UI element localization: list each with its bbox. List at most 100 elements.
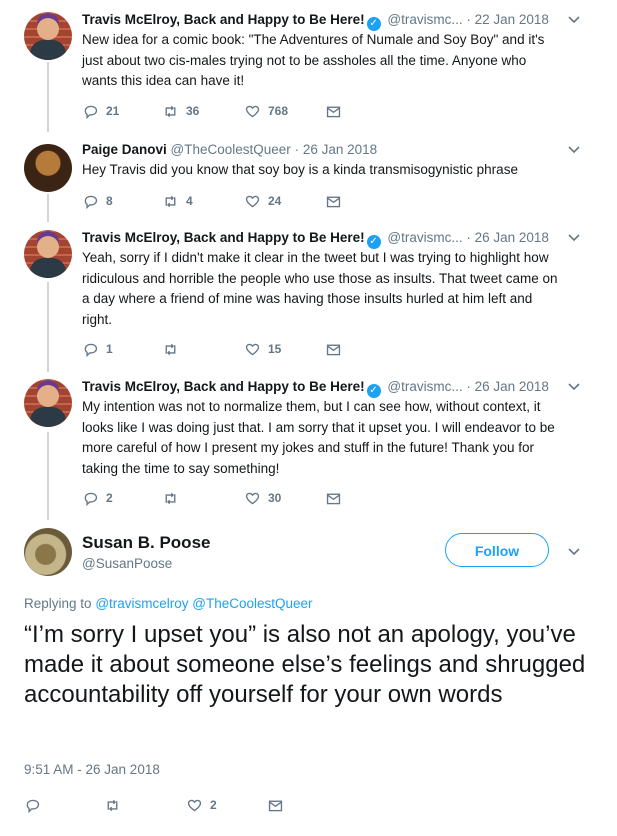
reply-button[interactable] [24, 795, 41, 815]
message-button[interactable] [325, 101, 342, 121]
retweet-icon [165, 492, 176, 504]
tweet[interactable]: Travis McElroy, Back and Happy to Be Her… [0, 228, 617, 368]
tweet-date[interactable]: 22 Jan 2018 [475, 12, 549, 27]
chevron-down-icon[interactable] [567, 12, 581, 26]
author-handle[interactable]: @travismc... [387, 12, 462, 27]
like-icon [245, 492, 260, 504]
chevron-down-icon[interactable] [567, 544, 581, 558]
separator: · [466, 230, 471, 245]
reply-icon [84, 492, 98, 506]
reply-icon [84, 195, 98, 209]
avatar[interactable] [24, 230, 72, 278]
like-count: 768 [268, 104, 289, 118]
chevron-down-icon[interactable] [567, 230, 581, 244]
retweet-icon [165, 195, 176, 207]
reply-icon [26, 799, 40, 813]
message-icon [326, 344, 341, 355]
reply-count: 21 [106, 104, 120, 118]
avatar[interactable] [24, 144, 72, 192]
retweet-button[interactable]: 36 [162, 101, 199, 121]
reply-count: 2 [106, 491, 113, 505]
like-count: 15 [268, 342, 282, 356]
tweet[interactable]: Paige Danovi @TheCoolestQueer · 26 Jan 2… [0, 140, 617, 220]
author-handle[interactable]: @travismc... [387, 230, 462, 245]
chevron-down-icon[interactable] [567, 142, 581, 156]
author-name[interactable]: Paige Danovi [82, 142, 167, 157]
chevron-down-icon[interactable] [567, 379, 581, 393]
reply-icon [84, 343, 98, 357]
tweet-text: New idea for a comic book: "The Adventur… [82, 32, 545, 88]
like-count: 24 [268, 194, 282, 208]
like-count: 30 [268, 491, 282, 505]
replying-to: Replying to @travismcelroy @TheCoolestQu… [24, 596, 313, 611]
message-button[interactable] [267, 795, 284, 815]
avatar[interactable] [24, 528, 72, 576]
verified-icon: ✓ [366, 235, 381, 249]
tweet-timestamp[interactable]: 9:51 AM - 26 Jan 2018 [24, 762, 160, 777]
tweet-header: Travis McElroy, Back and Happy to Be Her… [82, 10, 569, 31]
tweet-text: Yeah, sorry if I didn't make it clear in… [82, 250, 558, 327]
main-tweet-text: “I’m sorry I upset you” is also not an a… [24, 621, 586, 708]
reply-count: 1 [106, 342, 113, 356]
like-button[interactable]: 768 [244, 101, 288, 121]
avatar[interactable] [24, 379, 72, 427]
like-icon [245, 195, 260, 207]
reply-button[interactable]: 1 [82, 339, 113, 359]
author-name[interactable]: Travis McElroy, Back and Happy to Be Her… [82, 379, 365, 394]
message-icon [268, 800, 283, 811]
verified-icon: ✓ [366, 17, 381, 31]
retweet-icon [165, 343, 176, 355]
reply-button[interactable]: 21 [82, 101, 119, 121]
message-button[interactable] [325, 191, 342, 211]
author-name[interactable]: Susan B. Poose [82, 533, 210, 553]
separator: · [466, 379, 471, 394]
mention-link[interactable]: @travismcelroy [95, 596, 188, 611]
author-handle[interactable]: @SusanPoose [82, 556, 172, 571]
reply-icon [84, 105, 98, 119]
retweet-button[interactable] [104, 795, 121, 815]
tweet-date[interactable]: 26 Jan 2018 [475, 379, 549, 394]
message-icon [326, 493, 341, 504]
verified-icon: ✓ [366, 384, 381, 398]
like-icon [245, 105, 260, 117]
tweet[interactable]: Travis McElroy, Back and Happy to Be Her… [0, 377, 617, 517]
message-button[interactable] [325, 339, 342, 359]
reply-button[interactable]: 8 [82, 191, 113, 211]
separator: · [294, 142, 300, 157]
author-handle[interactable]: @TheCoolestQueer [171, 142, 291, 157]
separator: · [466, 12, 471, 27]
message-icon [326, 196, 341, 207]
reply-button[interactable]: 2 [82, 488, 113, 508]
tweet-header: Travis McElroy, Back and Happy to Be Her… [82, 377, 569, 398]
tweet-text: Hey Travis did you know that soy boy is … [82, 162, 518, 177]
like-button[interactable]: 15 [244, 339, 281, 359]
author-handle[interactable]: @travismc... [387, 379, 462, 394]
tweet-header: Travis McElroy, Back and Happy to Be Her… [82, 228, 569, 249]
retweet-icon [107, 799, 118, 811]
retweet-button[interactable] [162, 339, 186, 359]
message-icon [326, 106, 341, 117]
retweet-count: 4 [186, 194, 193, 208]
author-name[interactable]: Travis McElroy, Back and Happy to Be Her… [82, 230, 365, 245]
like-button[interactable]: 2 [186, 795, 217, 815]
avatar[interactable] [24, 12, 72, 60]
tweet-text: My intention was not to normalize them, … [82, 399, 555, 476]
replying-prefix: Replying to [24, 596, 92, 611]
tweet-date[interactable]: 26 Jan 2018 [475, 230, 549, 245]
tweet-date[interactable]: 26 Jan 2018 [303, 142, 377, 157]
like-button[interactable]: 30 [244, 488, 281, 508]
like-count: 2 [210, 798, 217, 812]
follow-button[interactable]: Follow [445, 533, 549, 567]
author-name[interactable]: Travis McElroy, Back and Happy to Be Her… [82, 12, 365, 27]
retweet-button[interactable] [162, 488, 186, 508]
like-button[interactable]: 24 [244, 191, 281, 211]
retweet-icon [165, 105, 176, 117]
tweet[interactable]: Travis McElroy, Back and Happy to Be Her… [0, 10, 617, 130]
message-button[interactable] [325, 488, 342, 508]
mention-link[interactable]: @TheCoolestQueer [192, 596, 312, 611]
retweet-count: 36 [186, 104, 200, 118]
like-icon [245, 343, 260, 355]
retweet-button[interactable]: 4 [162, 191, 193, 211]
like-icon [187, 799, 202, 811]
reply-count: 8 [106, 194, 113, 208]
